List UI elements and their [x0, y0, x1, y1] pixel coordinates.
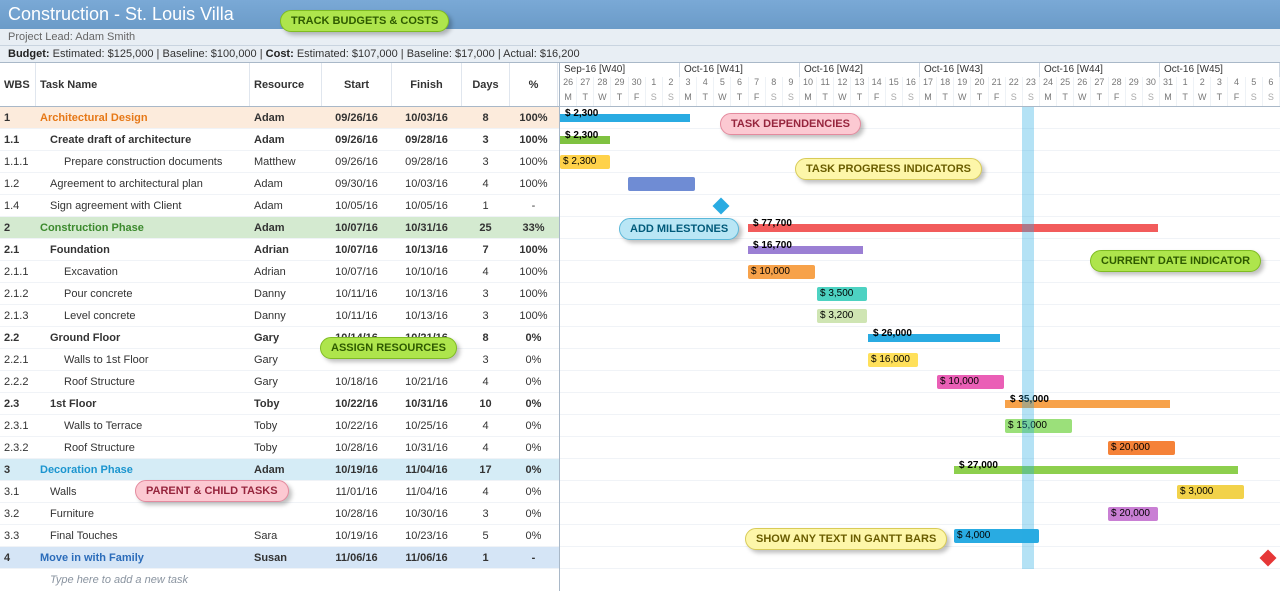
task-row[interactable]: 1.1Create draft of architectureAdam09/26… [0, 129, 559, 151]
task-row[interactable]: 3Decoration PhaseAdam10/19/1611/04/16170… [0, 459, 559, 481]
task-row[interactable]: 2.2.2Roof StructureGary10/18/1610/21/164… [0, 371, 559, 393]
bar-label: $ 16,700 [750, 239, 795, 253]
task-bar[interactable]: $ 3,200 [817, 309, 867, 323]
task-row[interactable]: 2.1FoundationAdrian10/07/1610/13/167100% [0, 239, 559, 261]
gantt-chart[interactable]: Sep-16 [W40]Oct-16 [W41]Oct-16 [W42]Oct-… [560, 63, 1280, 591]
bar-label: $ 2,300 [562, 107, 601, 121]
task-row[interactable]: 2.2Ground FloorGary10/14/1610/21/1680% [0, 327, 559, 349]
milestone-marker[interactable] [713, 198, 730, 215]
gantt-row: $ 3,000 [560, 481, 1280, 503]
task-bar[interactable]: $ 20,000 [1108, 441, 1175, 455]
task-row[interactable]: 1.2Agreement to architectural planAdam09… [0, 173, 559, 195]
new-task-input[interactable]: Type here to add a new task [0, 569, 559, 591]
milestone-marker[interactable] [1260, 550, 1277, 567]
col-resource[interactable]: Resource [250, 63, 322, 106]
window-title: Construction - St. Louis Villa [0, 0, 1280, 29]
task-row[interactable]: 2.2.1Walls to 1st FloorGary30% [0, 349, 559, 371]
gantt-row: $ 15,000 [560, 415, 1280, 437]
grid-header: WBS Task Name Resource Start Finish Days… [0, 63, 559, 107]
col-pct[interactable]: % [510, 63, 558, 106]
callout-progress: TASK PROGRESS INDICATORS [795, 158, 982, 180]
bar-label: $ 26,000 [870, 327, 915, 341]
task-bar[interactable]: $ 3,000 [1177, 485, 1244, 499]
gantt-row: $ 16,000 [560, 349, 1280, 371]
gantt-row: $ 26,000 [560, 327, 1280, 349]
bar-label: $ 27,000 [956, 459, 1001, 473]
task-bar[interactable] [628, 177, 695, 191]
task-bar[interactable]: $ 15,000 [1005, 419, 1072, 433]
col-days[interactable]: Days [462, 63, 510, 106]
project-lead: Project Lead: Adam Smith [0, 29, 1280, 46]
timeline-header: Sep-16 [W40]Oct-16 [W41]Oct-16 [W42]Oct-… [560, 63, 1280, 107]
task-bar[interactable]: $ 10,000 [937, 375, 1004, 389]
task-row[interactable]: 3.2Furniture10/28/1610/30/1630% [0, 503, 559, 525]
bar-label: $ 2,300 [562, 129, 601, 143]
gantt-row: $ 20,000 [560, 503, 1280, 525]
gantt-row: $ 20,000 [560, 437, 1280, 459]
task-bar[interactable]: $ 3,500 [817, 287, 867, 301]
task-row[interactable]: 2.3.2Roof StructureToby10/28/1610/31/164… [0, 437, 559, 459]
callout-milestones: ADD MILESTONES [619, 218, 739, 240]
task-row[interactable]: 3.3Final TouchesSara10/19/1610/23/1650% [0, 525, 559, 547]
col-wbs[interactable]: WBS [0, 63, 36, 106]
callout-budgets: TRACK BUDGETS & COSTS [280, 10, 449, 32]
task-row[interactable]: 1.1.1Prepare construction documentsMatth… [0, 151, 559, 173]
col-start[interactable]: Start [322, 63, 392, 106]
gantt-row: $ 2,300 [560, 129, 1280, 151]
callout-deps: TASK DEPENDENCIES [720, 113, 861, 135]
summary-bar[interactable] [748, 224, 1158, 232]
gantt-row [560, 547, 1280, 569]
gantt-row: $ 3,500 [560, 283, 1280, 305]
callout-parent: PARENT & CHILD TASKS [135, 480, 289, 502]
gantt-row: $ 10,000 [560, 371, 1280, 393]
task-row[interactable]: 2.1.2Pour concreteDanny10/11/1610/13/163… [0, 283, 559, 305]
gantt-row [560, 195, 1280, 217]
callout-showtext: SHOW ANY TEXT IN GANTT BARS [745, 528, 947, 550]
gantt-row: $ 3,200 [560, 305, 1280, 327]
task-bar[interactable]: $ 10,000 [748, 265, 815, 279]
task-row[interactable]: 2Construction PhaseAdam10/07/1610/31/162… [0, 217, 559, 239]
col-finish[interactable]: Finish [392, 63, 462, 106]
task-bar[interactable]: $ 16,000 [868, 353, 918, 367]
task-grid[interactable]: WBS Task Name Resource Start Finish Days… [0, 63, 560, 591]
bar-label: $ 77,700 [750, 217, 795, 231]
callout-current-date: CURRENT DATE INDICATOR [1090, 250, 1261, 272]
current-date-indicator [1022, 107, 1034, 569]
task-row[interactable]: 1Architectural DesignAdam09/26/1610/03/1… [0, 107, 559, 129]
task-row[interactable]: 1.4Sign agreement with ClientAdam10/05/1… [0, 195, 559, 217]
task-row[interactable]: 4Move in with FamilySusan11/06/1611/06/1… [0, 547, 559, 569]
task-row[interactable]: 2.31st FloorToby10/22/1610/31/16100% [0, 393, 559, 415]
task-row[interactable]: 2.1.3Level concreteDanny10/11/1610/13/16… [0, 305, 559, 327]
col-name[interactable]: Task Name [36, 63, 250, 106]
gantt-row: $ 35,000 [560, 393, 1280, 415]
task-bar[interactable]: $ 2,300 [560, 155, 610, 169]
gantt-row: $ 27,000 [560, 459, 1280, 481]
task-row[interactable]: 2.1.1ExcavationAdrian10/07/1610/10/16410… [0, 261, 559, 283]
callout-assign: ASSIGN RESOURCES [320, 337, 457, 359]
gantt-row: $ 2,300 [560, 107, 1280, 129]
task-bar[interactable]: $ 20,000 [1108, 507, 1158, 521]
task-row[interactable]: 2.3.1Walls to TerraceToby10/22/1610/25/1… [0, 415, 559, 437]
budget-line: Budget: Estimated: $125,000 | Baseline: … [0, 46, 1280, 63]
